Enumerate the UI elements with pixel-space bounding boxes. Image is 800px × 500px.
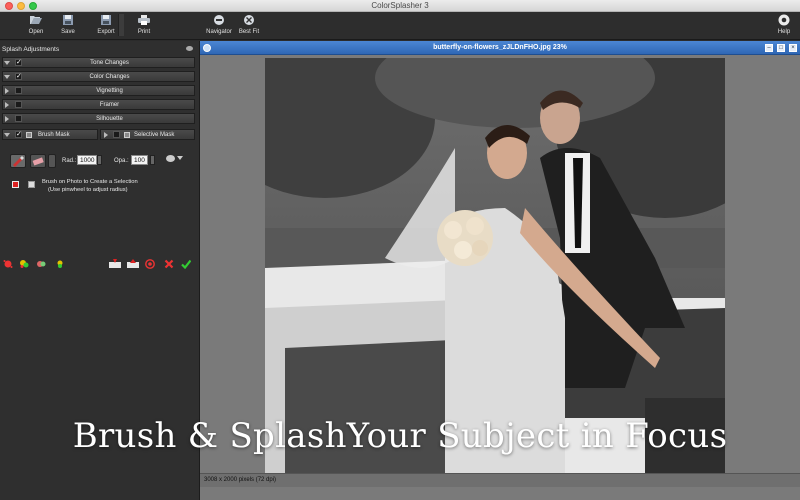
best-fit-icon xyxy=(244,15,254,25)
document-titlebar: butterfly-on-flowers_zJLDnFHO.jpg 23% – … xyxy=(200,41,800,55)
splatter-multi-icon[interactable] xyxy=(19,259,29,269)
expand-arrow-icon[interactable] xyxy=(104,132,108,138)
status-bar: 3008 x 2000 pixels (72 dpi) xyxy=(200,473,800,487)
brush-mask-icon xyxy=(26,132,32,138)
doc-minimize-button[interactable]: – xyxy=(765,44,773,52)
eraser-icon xyxy=(32,157,44,166)
mask-overlay-toggle[interactable] xyxy=(28,181,35,188)
section-framer[interactable]: Framer xyxy=(2,99,195,110)
expand-arrow-icon[interactable] xyxy=(5,102,9,108)
help-button[interactable]: Help xyxy=(774,14,794,38)
mask-import-icon[interactable] xyxy=(126,259,140,269)
main-toolbar: Open Save Export Print Navigator Best Fi… xyxy=(0,12,800,40)
eraser-tool-button[interactable] xyxy=(30,154,46,168)
expand-arrow-icon[interactable] xyxy=(4,133,10,137)
expand-arrow-icon[interactable] xyxy=(5,88,9,94)
promo-caption: Brush & SplashYour Subject in Focus xyxy=(72,416,728,456)
brush-help-text: Brush on Photo to Create a Selection (Us… xyxy=(42,179,138,193)
doc-close-button[interactable]: × xyxy=(789,44,797,52)
target-icon[interactable] xyxy=(145,259,155,269)
export-dropdown-handle[interactable] xyxy=(118,14,124,36)
vignetting-checkbox[interactable] xyxy=(15,87,22,94)
panel-header: Splash Adjustments xyxy=(0,43,200,55)
selective-mask-checkbox[interactable] xyxy=(113,131,120,138)
save-icon xyxy=(63,15,73,25)
chevron-down-icon[interactable] xyxy=(177,156,183,160)
help-icon xyxy=(778,14,790,26)
window-title: ColorSplasher 3 xyxy=(371,1,429,10)
window-titlebar: ColorSplasher 3 xyxy=(0,0,800,12)
brush-mask-checkbox[interactable]: ✓ xyxy=(15,131,22,138)
selective-mask-icon xyxy=(124,132,130,138)
open-icon xyxy=(30,16,42,24)
section-silhouette[interactable]: Silhouette xyxy=(2,113,195,124)
save-button[interactable]: Save xyxy=(58,14,78,38)
expand-arrow-icon[interactable] xyxy=(4,61,10,65)
opacity-stepper[interactable] xyxy=(150,155,155,165)
mask-selector-row: ✓ Brush Mask Selective Mask xyxy=(2,129,195,140)
document-title: butterfly-on-flowers_zJLDnFHO.jpg 23% xyxy=(433,44,567,51)
open-button[interactable]: Open xyxy=(26,14,46,38)
navigator-button[interactable]: Navigator xyxy=(204,14,234,38)
section-color-changes[interactable]: ✓ Color Changes xyxy=(2,71,195,82)
mask-color-swatch[interactable] xyxy=(12,181,19,188)
brush-mask-tab[interactable]: ✓ Brush Mask xyxy=(2,129,98,140)
mask-export-icon[interactable] xyxy=(108,259,122,269)
splatter-small-icon[interactable] xyxy=(55,259,65,269)
splatter-red-icon[interactable] xyxy=(3,259,13,269)
opacity-input[interactable] xyxy=(131,155,148,165)
cancel-icon[interactable] xyxy=(164,259,174,269)
brush-preview-icon[interactable] xyxy=(166,155,175,162)
image-size-status: 3008 x 2000 pixels (72 dpi) xyxy=(204,477,277,483)
section-vignetting[interactable]: Vignetting xyxy=(2,85,195,96)
silhouette-checkbox[interactable] xyxy=(15,115,22,122)
section-tone-changes[interactable]: ✓ Tone Changes xyxy=(2,57,195,68)
panel-title: Splash Adjustments xyxy=(2,46,60,53)
color-changes-checkbox[interactable]: ✓ xyxy=(15,73,22,80)
apply-checkmark-icon[interactable] xyxy=(181,259,191,269)
framer-checkbox[interactable] xyxy=(15,101,22,108)
radius-input[interactable] xyxy=(77,155,97,165)
radius-stepper[interactable] xyxy=(97,155,102,165)
brush-icon xyxy=(13,156,24,167)
best-fit-button[interactable]: Best Fit xyxy=(236,14,262,38)
visibility-eye-icon[interactable] xyxy=(186,46,193,51)
print-button[interactable]: Print xyxy=(134,14,154,38)
tone-changes-checkbox[interactable]: ✓ xyxy=(15,59,22,66)
brush-tool-button[interactable] xyxy=(10,154,26,168)
brush-picker-button[interactable] xyxy=(48,154,56,168)
expand-arrow-icon[interactable] xyxy=(5,116,9,122)
export-icon xyxy=(101,15,111,25)
expand-arrow-icon[interactable] xyxy=(4,75,10,79)
print-icon xyxy=(138,15,150,25)
navigator-icon xyxy=(214,15,224,25)
selective-mask-tab[interactable]: Selective Mask xyxy=(100,129,195,140)
doc-maximize-button[interactable]: □ xyxy=(777,44,785,52)
export-button[interactable]: Export xyxy=(94,14,118,38)
splatter-mixed-icon[interactable] xyxy=(36,259,46,269)
